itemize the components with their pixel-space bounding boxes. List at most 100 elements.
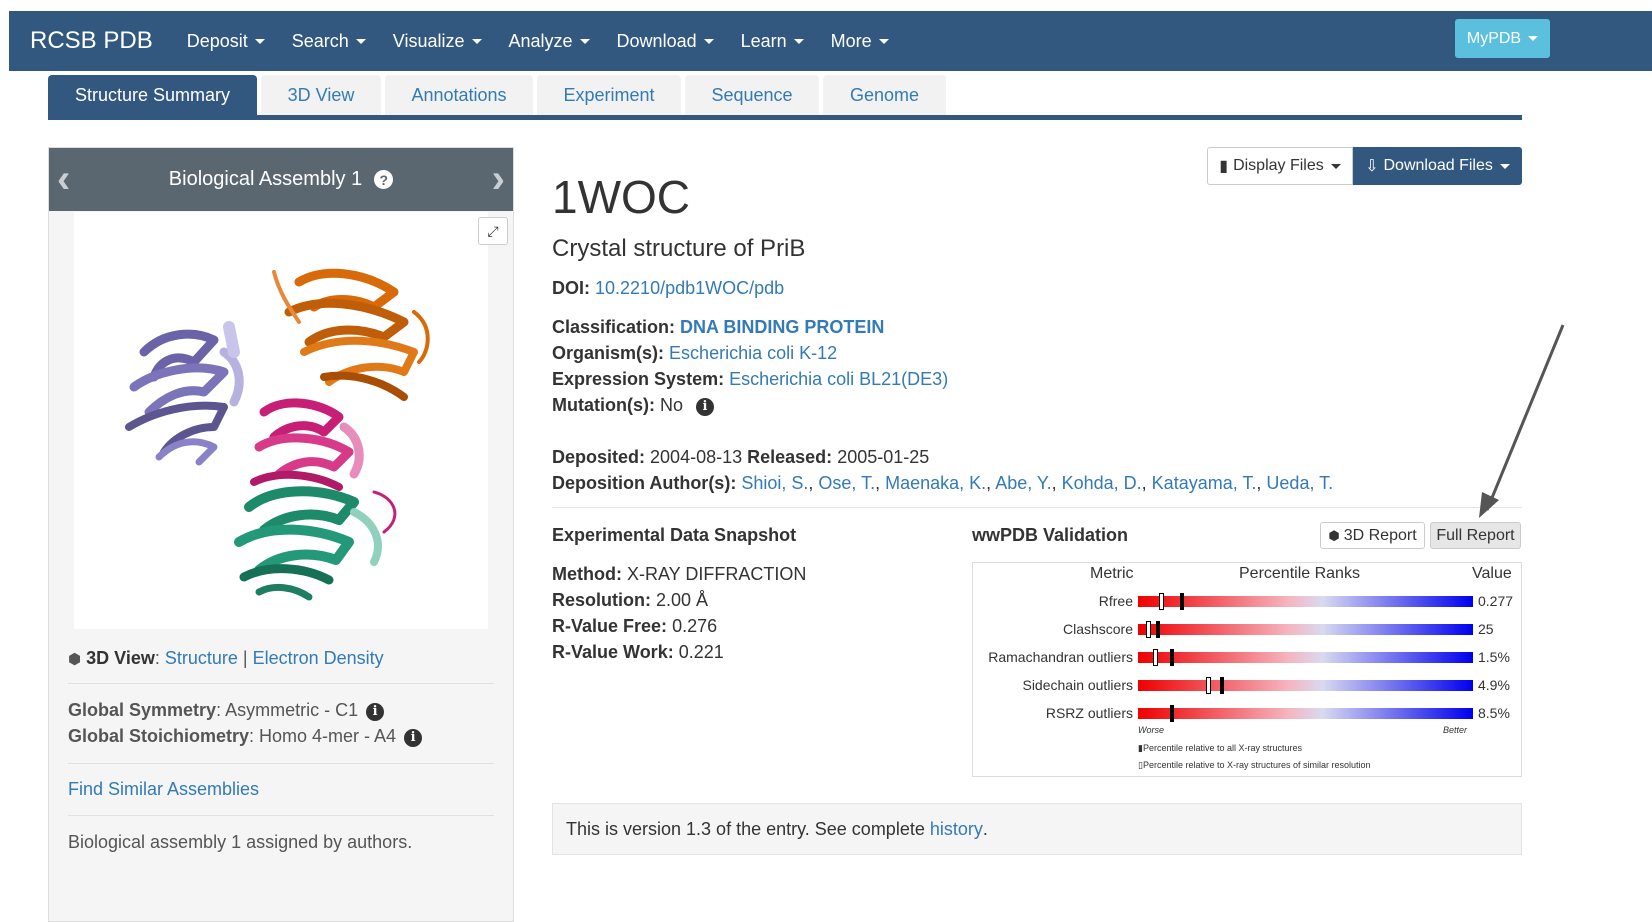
metric-label: Sidechain outliers [1022,677,1133,693]
assembly-panel: ‹ Biological Assembly 1 ? › ⤢ ⬢ 3D View:… [48,147,514,922]
nav-label: Deposit [186,30,248,51]
3d-report-button[interactable]: ⬢ 3D Report [1320,522,1425,549]
find-similar-row: Find Similar Assemblies [68,779,259,800]
tab-3d-view[interactable]: 3D View [261,75,381,116]
nav-more[interactable]: More [831,31,889,52]
tab-genome[interactable]: Genome [823,75,946,116]
pdb-id: 1WOC [552,171,690,223]
classification-label: Classification: [552,317,676,337]
tab-sequence[interactable]: Sequence [685,75,819,116]
chevron-right-icon[interactable]: › [492,159,505,199]
author-link[interactable]: Katayama, T. [1152,473,1257,493]
electron-density-link[interactable]: Electron Density [253,648,384,668]
similar-resolution-marker [1159,593,1165,610]
validation-slider-graphic[interactable]: Metric Percentile Ranks Value Rfree 0.277… [972,562,1522,777]
resolution-value: 2.00 Å [656,590,709,610]
deposited-date: 2004-08-13 [650,447,743,467]
cube-icon: ⬢ [1328,527,1340,543]
version-text: This is version 1.3 of the entry. See co… [566,818,925,839]
link-separator: | [242,648,248,668]
author-link[interactable]: Ueda, T. [1266,473,1333,493]
nav-download[interactable]: Download [617,31,714,52]
organism-link[interactable]: Escherichia coli K-12 [669,343,837,363]
caret-down-icon [1330,163,1341,169]
expression-link[interactable]: Escherichia coli BL21(DE3) [729,369,948,389]
stoichiometry-value: : Homo 4-mer - A4 [249,726,397,746]
author-link[interactable]: Ose, T. [818,473,875,493]
caret-down-icon [254,38,265,44]
method-label: Method: [552,564,622,584]
author-link[interactable]: Abe, Y. [995,473,1051,493]
worse-label: Worse [1138,725,1165,735]
nav-label: Download [616,30,697,51]
organism-row: Organism(s): Escherichia coli K-12 [552,343,837,364]
nav-label: Visualize [392,30,465,51]
tab-structure-summary[interactable]: Structure Summary [48,75,257,116]
info-icon[interactable]: i [696,397,715,416]
validation-title: wwPDB Validation [972,525,1129,545]
rwork-value: 0.221 [678,642,724,662]
author-link[interactable]: Shioi, S. [741,473,808,493]
divider [68,683,494,684]
value-header: Value [1472,565,1512,582]
file-icon: ▮ [1219,158,1229,175]
display-files-label: Display Files [1233,157,1324,174]
structure-link[interactable]: Structure [165,648,238,668]
divider [552,507,1522,508]
download-files-button[interactable]: ⇩ Download Files [1353,147,1522,185]
cube-icon: ⬢ [68,651,82,668]
mypdb-label: MyPDB [1466,29,1522,47]
all-structures-marker [1156,621,1161,638]
tab-experiment[interactable]: Experiment [537,75,681,116]
brand-logo[interactable]: RCSB PDB [30,27,153,55]
expression-label: Expression System: [552,369,725,389]
percentile-bar [1138,680,1473,691]
view-label: 3D View [86,648,155,668]
caret-down-icon [579,38,590,44]
display-files-button[interactable]: ▮ Display Files [1207,147,1353,185]
organism-label: Organism(s): [552,343,665,363]
metric-value: 0.277 [1478,593,1514,609]
nav-label: Learn [740,30,787,51]
history-link[interactable]: history [930,819,983,840]
percentile-bar [1138,708,1473,719]
nav-visualize[interactable]: Visualize [393,31,482,52]
expand-icon[interactable]: ⤢ [478,217,508,245]
similar-resolution-marker [1152,649,1158,666]
caret-down-icon [1499,163,1510,169]
nav-label: More [830,30,872,51]
author-link[interactable]: Maenaka, K. [885,473,986,493]
all-structures-marker [1219,677,1224,694]
classification-link[interactable]: DNA BINDING PROTEIN [680,317,884,337]
resolution-label: Resolution: [552,590,651,610]
chevron-left-icon[interactable]: ‹ [57,159,70,199]
info-icon[interactable]: i [404,728,423,747]
released-date: 2005-01-25 [837,447,930,467]
nav-learn[interactable]: Learn [741,31,804,52]
rwork-row: R-Value Work: 0.221 [552,642,724,663]
assembly-title: Biological Assembly 1 [168,168,363,190]
tab-annotations[interactable]: Annotations [385,75,533,116]
nav-deposit[interactable]: Deposit [187,31,265,52]
legend-all: ▮Percentile relative to all X-ray struct… [1138,743,1303,753]
mutation-label: Mutation(s): [552,395,655,415]
structure-image[interactable] [74,212,488,629]
released-label: Released: [747,447,833,467]
version-notice: This is version 1.3 of the entry. See co… [552,803,1522,855]
nav-analyze[interactable]: Analyze [509,31,590,52]
all-structures-marker [1169,649,1174,666]
find-similar-assemblies-link[interactable]: Find Similar Assemblies [68,779,259,799]
nav-label: Analyze [508,30,573,51]
mutation-row: Mutation(s): No i [552,395,715,416]
info-icon[interactable]: i [366,702,385,721]
classification-row: Classification: DNA BINDING PROTEIN [552,317,884,338]
author-link[interactable]: Kohda, D. [1062,473,1142,493]
global-stoichiometry: Global Stoichiometry: Homo 4-mer - A4 i [68,726,423,747]
help-icon[interactable]: ? [374,170,394,189]
caret-down-icon [793,38,804,44]
percentile-bar [1138,624,1473,635]
mypdb-button[interactable]: MyPDB [1455,19,1550,58]
mutation-value: No [660,395,684,415]
doi-link[interactable]: 10.2210/pdb1WOC/pdb [595,278,784,298]
nav-search[interactable]: Search [292,31,366,52]
